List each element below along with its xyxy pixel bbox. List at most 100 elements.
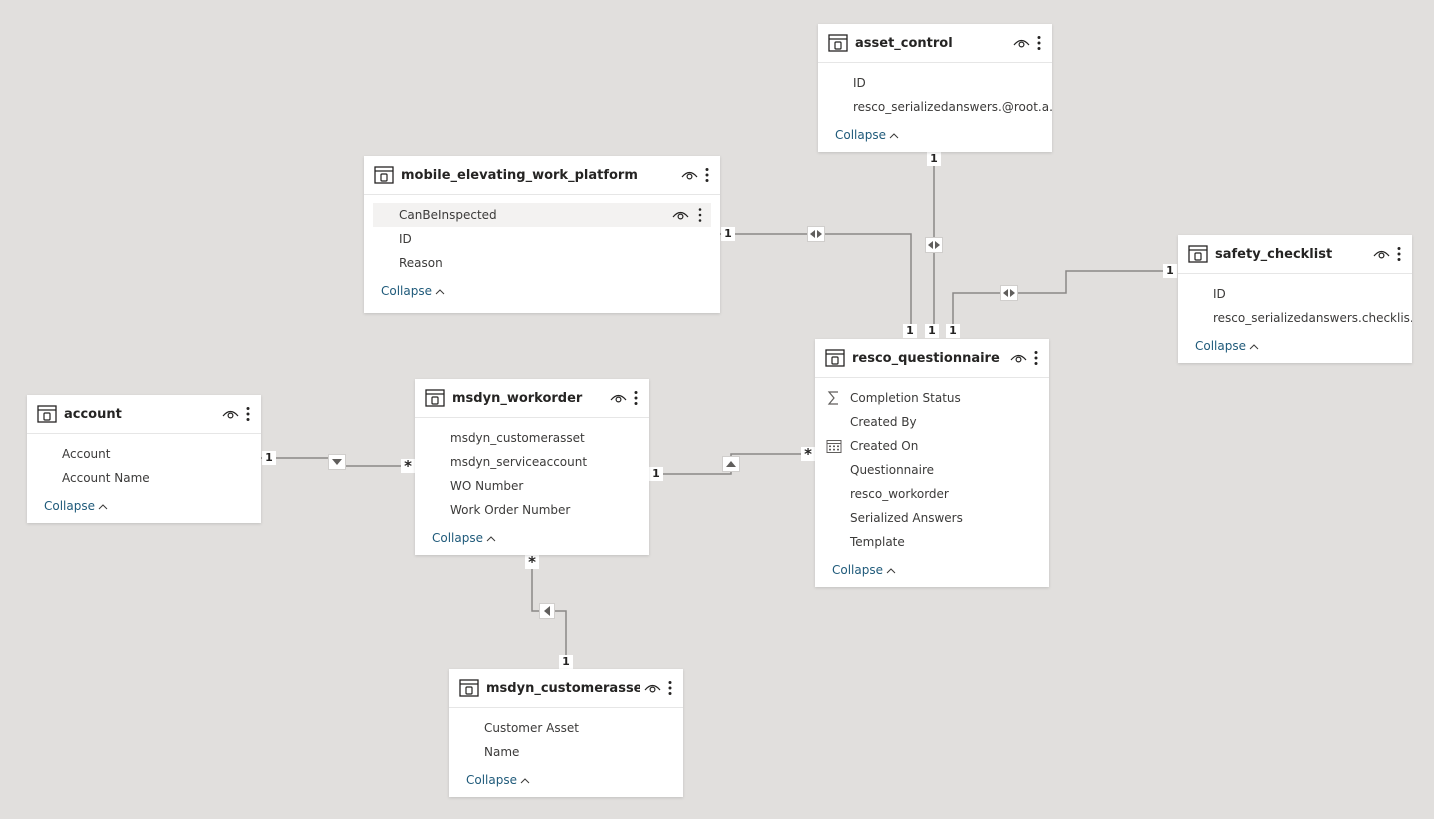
- table-card-mobile-elevating-work-platform[interactable]: mobile_elevating_work_platform CanBeInsp…: [364, 156, 720, 313]
- direction-both-mewp[interactable]: [808, 227, 824, 241]
- arrow-left-icon: [544, 606, 550, 616]
- table-card-msdyn-workorder[interactable]: msdyn_workorder msdyn_customerasset msdy…: [415, 379, 649, 555]
- field-list: msdyn_customerasset msdyn_serviceaccount…: [415, 418, 649, 522]
- table-header[interactable]: msdyn_workorder: [415, 379, 649, 418]
- field-label: ID: [1213, 287, 1226, 301]
- direction-up-workorder[interactable]: [723, 457, 739, 471]
- field-item-hovered[interactable]: CanBeInspected: [373, 203, 711, 227]
- direction-both-asset[interactable]: [926, 238, 942, 252]
- more-options-icon[interactable]: [1034, 35, 1044, 51]
- field-label: resco_serializedanswers.checklis...: [1213, 311, 1412, 325]
- table-header[interactable]: account: [27, 395, 261, 434]
- visibility-eye-icon[interactable]: [1010, 352, 1027, 364]
- arrow-up-icon: [726, 461, 736, 467]
- more-options-icon[interactable]: [702, 167, 712, 183]
- cardinality-workorder-one-right: 1: [649, 467, 663, 481]
- collapse-link[interactable]: Collapse: [818, 119, 899, 142]
- table-header[interactable]: msdyn_customerasset: [449, 669, 683, 708]
- field-item[interactable]: msdyn_serviceaccount: [415, 450, 649, 474]
- field-label: Serialized Answers: [850, 511, 963, 525]
- collapse-label: Collapse: [1195, 339, 1246, 353]
- arrow-down-icon: [332, 459, 342, 465]
- chevron-up-icon: [435, 288, 445, 294]
- cardinality-safety-one: 1: [1163, 264, 1177, 278]
- table-card-safety-checklist[interactable]: safety_checklist ID resco_serializedansw…: [1178, 235, 1412, 363]
- collapse-label: Collapse: [835, 128, 886, 142]
- collapse-link[interactable]: Collapse: [27, 490, 108, 513]
- collapse-link[interactable]: Collapse: [364, 275, 445, 298]
- link-mewp-questionnaire: [720, 233, 912, 324]
- field-item[interactable]: Created By: [815, 410, 1049, 434]
- field-item[interactable]: WO Number: [415, 474, 649, 498]
- table-header[interactable]: resco_questionnaire: [815, 339, 1049, 378]
- collapse-label: Collapse: [432, 531, 483, 545]
- field-item[interactable]: Account: [27, 442, 261, 466]
- collapse-link[interactable]: Collapse: [449, 764, 530, 787]
- collapse-link[interactable]: Collapse: [1178, 330, 1259, 353]
- direction-left-customerasset[interactable]: [540, 604, 554, 618]
- field-label: resco_serializedanswers.@root.a...: [853, 100, 1052, 114]
- collapse-label: Collapse: [381, 284, 432, 298]
- more-options-icon[interactable]: [631, 390, 641, 406]
- more-options-icon[interactable]: [695, 207, 705, 223]
- field-item[interactable]: resco_serializedanswers.@root.a...: [818, 95, 1052, 119]
- field-list: ID resco_serializedanswers.@root.a...: [818, 63, 1052, 119]
- cardinality-account-one: 1: [262, 451, 276, 465]
- field-item[interactable]: Customer Asset: [449, 716, 683, 740]
- field-item[interactable]: msdyn_customerasset: [415, 426, 649, 450]
- direction-down-account[interactable]: [329, 455, 345, 469]
- table-card-asset-control[interactable]: asset_control ID resco_serializedanswers…: [818, 24, 1052, 152]
- table-card-msdyn-customerasset[interactable]: msdyn_customerasset Customer Asset Name …: [449, 669, 683, 797]
- table-card-resco-questionnaire[interactable]: resco_questionnaire Completion Status Cr…: [815, 339, 1049, 587]
- field-item[interactable]: resco_serializedanswers.checklis...: [1178, 306, 1412, 330]
- visibility-eye-icon[interactable]: [644, 682, 661, 694]
- field-item[interactable]: Created On: [815, 434, 1049, 458]
- collapse-label: Collapse: [44, 499, 95, 513]
- table-icon: [425, 389, 445, 407]
- table-icon: [1188, 245, 1208, 263]
- visibility-eye-icon[interactable]: [222, 408, 239, 420]
- more-options-icon[interactable]: [243, 406, 253, 422]
- field-item[interactable]: Name: [449, 740, 683, 764]
- table-icon: [37, 405, 57, 423]
- visibility-eye-icon[interactable]: [1373, 248, 1390, 260]
- table-icon: [374, 166, 394, 184]
- direction-both-safety[interactable]: [1001, 286, 1017, 300]
- table-card-account[interactable]: account Account Account Name Collapse: [27, 395, 261, 523]
- field-item[interactable]: ID: [818, 71, 1052, 95]
- table-header[interactable]: mobile_elevating_work_platform: [364, 156, 720, 195]
- sigma-icon: [827, 391, 838, 405]
- field-item[interactable]: Template: [815, 530, 1049, 554]
- field-label: Account Name: [62, 471, 150, 485]
- field-item[interactable]: Work Order Number: [415, 498, 649, 522]
- collapse-link[interactable]: Collapse: [815, 554, 896, 577]
- field-item[interactable]: resco_workorder: [815, 482, 1049, 506]
- field-label: Completion Status: [850, 391, 961, 405]
- chevron-up-icon: [889, 132, 899, 138]
- field-item[interactable]: Serialized Answers: [815, 506, 1049, 530]
- table-header[interactable]: asset_control: [818, 24, 1052, 63]
- visibility-eye-icon[interactable]: [672, 209, 689, 221]
- table-header[interactable]: safety_checklist: [1178, 235, 1412, 274]
- chevron-up-icon: [520, 777, 530, 783]
- visibility-eye-icon[interactable]: [681, 169, 698, 181]
- field-item[interactable]: Completion Status: [815, 386, 1049, 410]
- visibility-eye-icon[interactable]: [610, 392, 627, 404]
- table-title: asset_control: [855, 35, 953, 51]
- field-item[interactable]: ID: [1178, 282, 1412, 306]
- chevron-up-icon: [98, 503, 108, 509]
- more-options-icon[interactable]: [665, 680, 675, 696]
- field-item[interactable]: ID: [364, 227, 720, 251]
- more-options-icon[interactable]: [1394, 246, 1404, 262]
- visibility-eye-icon[interactable]: [1013, 37, 1030, 49]
- more-options-icon[interactable]: [1031, 350, 1041, 366]
- field-item[interactable]: Reason: [364, 251, 720, 275]
- chevron-up-icon: [886, 567, 896, 573]
- field-item[interactable]: Questionnaire: [815, 458, 1049, 482]
- field-item[interactable]: Account Name: [27, 466, 261, 490]
- field-list: Customer Asset Name: [449, 708, 683, 764]
- field-label: ID: [399, 232, 412, 246]
- collapse-link[interactable]: Collapse: [415, 522, 496, 545]
- field-label: CanBeInspected: [399, 208, 497, 222]
- field-list: Account Account Name: [27, 434, 261, 490]
